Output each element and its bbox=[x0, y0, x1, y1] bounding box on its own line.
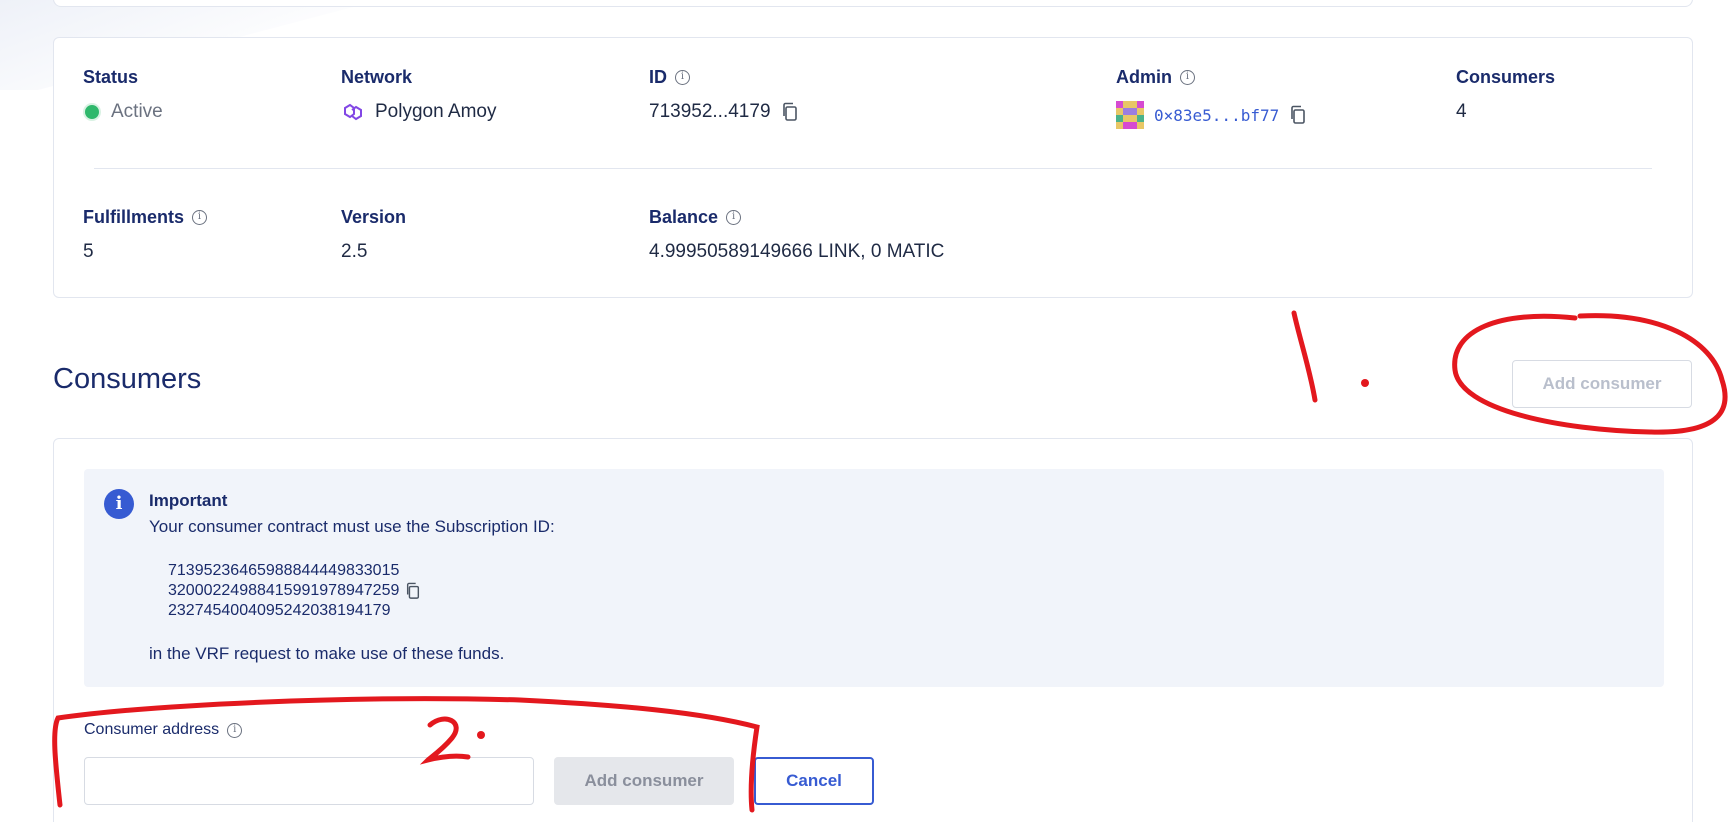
id-field: ID i 713952...4179 bbox=[649, 67, 799, 123]
info-icon[interactable]: i bbox=[675, 70, 690, 85]
consumers-section-title: Consumers bbox=[53, 363, 202, 395]
consumers-count-label: Consumers bbox=[1456, 67, 1556, 87]
info-icon: i bbox=[104, 489, 134, 519]
status-label: Status bbox=[83, 67, 139, 87]
info-icon[interactable]: i bbox=[227, 722, 243, 738]
info-icon[interactable]: i bbox=[726, 210, 742, 225]
copy-icon[interactable] bbox=[1289, 105, 1307, 125]
subscription-id-line: 71395236465988844449833015 bbox=[168, 562, 400, 579]
balance-value: 4.99950589149666 LINK, 0 MATIC bbox=[649, 241, 945, 262]
subscription-id-line: 23274540040952420381941​79 bbox=[168, 602, 391, 619]
network-field: Network Polygon Amoy bbox=[341, 67, 496, 123]
fulfillments-value: 5 bbox=[83, 241, 94, 262]
previous-card-edge bbox=[53, 0, 1693, 7]
admin-avatar-icon bbox=[1116, 101, 1144, 129]
fulfillments-field: Fulfillments i 5 bbox=[83, 207, 208, 263]
balance-field: Balance i 4.99950589149666 LINK, 0 MATIC bbox=[649, 207, 944, 263]
network-label: Network bbox=[341, 67, 413, 87]
annotation-one-dot bbox=[1361, 379, 1369, 387]
copy-icon[interactable] bbox=[781, 102, 799, 122]
cancel-button[interactable]: Cancel bbox=[754, 757, 874, 805]
consumer-address-label-row: Consumer address i bbox=[84, 721, 243, 739]
annotation-one-stroke bbox=[1291, 310, 1318, 403]
copy-icon[interactable] bbox=[405, 582, 421, 600]
polygon-icon bbox=[344, 103, 362, 121]
important-notice: i Important Your consumer contract must … bbox=[84, 469, 1664, 687]
version-label: Version bbox=[341, 207, 407, 227]
network-value: Polygon Amoy bbox=[375, 101, 497, 122]
info-icon[interactable]: i bbox=[192, 210, 208, 225]
consumers-count-value: 4 bbox=[1456, 101, 1467, 122]
subscription-details-card: Status Active Network Polygon Amoy ID i … bbox=[53, 37, 1693, 298]
status-value: Active bbox=[111, 101, 163, 122]
status-field: Status Active bbox=[83, 67, 163, 123]
id-value: 713952...4179 bbox=[649, 101, 771, 122]
subscription-id-line: 32000224988415991978947259 bbox=[168, 582, 400, 599]
consumer-address-label: Consumer address bbox=[84, 721, 220, 738]
admin-address-link[interactable]: 0×83e5...bf77 bbox=[1154, 106, 1279, 125]
notice-title: Important bbox=[149, 491, 228, 510]
admin-label: Admin bbox=[1116, 67, 1172, 87]
consumers-count-field: Consumers 4 bbox=[1456, 67, 1555, 123]
info-icon[interactable]: i bbox=[1180, 70, 1195, 85]
divider bbox=[94, 168, 1652, 169]
admin-field: Admin i 0×83e5...bf77 bbox=[1116, 67, 1307, 129]
id-label: ID bbox=[649, 67, 667, 87]
subscription-id: 71395236465988844449833015 3200022498841… bbox=[168, 561, 421, 621]
consumer-address-input[interactable] bbox=[84, 757, 534, 805]
version-field: Version 2.5 bbox=[341, 207, 406, 263]
notice-text: Your consumer contract must use the Subs… bbox=[149, 517, 555, 536]
consumers-card: i Important Your consumer contract must … bbox=[53, 438, 1693, 822]
notice-footer: in the VRF request to make use of these … bbox=[149, 644, 505, 663]
version-value: 2.5 bbox=[341, 241, 368, 262]
status-active-dot-icon bbox=[83, 103, 101, 121]
balance-label: Balance bbox=[649, 207, 719, 227]
fulfillments-label: Fulfillments bbox=[83, 207, 185, 227]
add-consumer-button[interactable]: Add consumer bbox=[554, 757, 734, 805]
add-consumer-header-button[interactable]: Add consumer bbox=[1512, 360, 1692, 408]
